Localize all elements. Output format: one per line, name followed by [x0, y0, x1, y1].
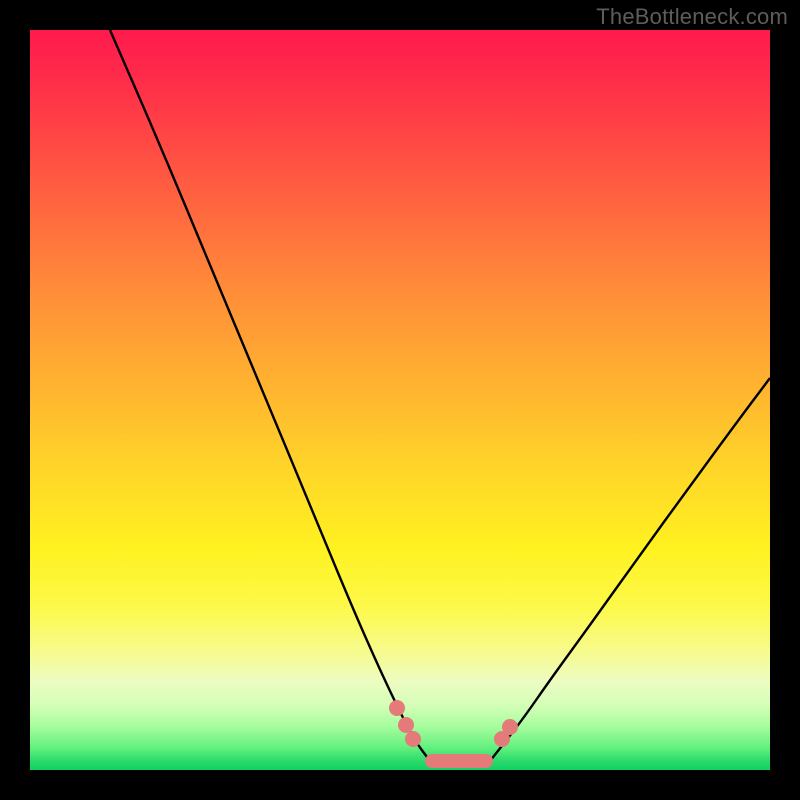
- chart-svg: [30, 30, 770, 770]
- marker-dot: [502, 719, 518, 735]
- chart-plot-area: [30, 30, 770, 770]
- curve-base-bar: [425, 754, 493, 768]
- marker-dot: [398, 717, 414, 733]
- curve-right-branch: [490, 378, 770, 761]
- marker-dot: [389, 700, 405, 716]
- curve-left-branch: [110, 30, 430, 761]
- curve-markers: [389, 700, 518, 747]
- marker-dot: [405, 731, 421, 747]
- watermark-text: TheBottleneck.com: [596, 4, 788, 30]
